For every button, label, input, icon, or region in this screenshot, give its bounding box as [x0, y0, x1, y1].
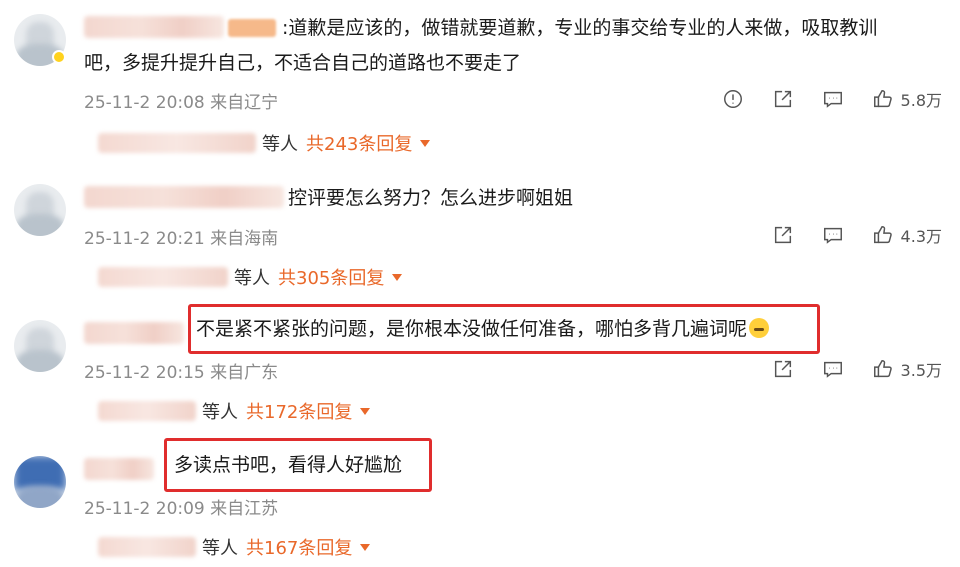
replier-names: [98, 267, 228, 287]
share-icon[interactable]: [771, 87, 795, 111]
comment-actions: 5.8万: [695, 86, 942, 112]
like-count: 5.8万: [900, 91, 942, 110]
replies-count[interactable]: 共167条回复: [246, 534, 352, 560]
replies-wait-label: 等人: [262, 134, 298, 155]
avatar[interactable]: [14, 320, 66, 372]
thumbs-up-icon[interactable]: [871, 223, 895, 247]
report-icon[interactable]: [721, 87, 745, 111]
replies-wait-label: 等人: [202, 402, 238, 423]
replies-wait-label: 等人: [202, 538, 238, 559]
comment-text: 不是紧不紧张的问题，是你根本没做任何准备，哪怕多背几遍词呢: [196, 314, 770, 344]
replies-count[interactable]: 共243条回复: [306, 130, 412, 156]
fan-badge: [228, 19, 276, 37]
avatar[interactable]: [14, 184, 66, 236]
avatar[interactable]: [14, 456, 66, 508]
comment-text-content: 不是紧不紧张的问题，是你根本没做任何准备，哪怕多背几遍词呢: [196, 318, 748, 340]
comment-text-continued: 吧，多提升提升自己，不适合自己的道路也不要走了: [84, 52, 522, 74]
comment-icon[interactable]: [821, 87, 845, 111]
replies-summary[interactable]: 等人 共305条回复: [98, 264, 403, 290]
share-icon[interactable]: [771, 357, 795, 381]
like-count: 3.5万: [900, 361, 942, 380]
thumbs-up-icon[interactable]: [871, 87, 895, 111]
comment-actions: 4.3万: [745, 222, 942, 248]
share-icon[interactable]: [771, 223, 795, 247]
replies-wait-label: 等人: [234, 268, 270, 289]
verified-badge-icon: [52, 50, 66, 64]
username[interactable]: [84, 16, 224, 38]
replies-summary[interactable]: 等人 共172条回复: [98, 398, 371, 424]
caret-down-icon[interactable]: [360, 543, 371, 551]
like-count: 4.3万: [900, 227, 942, 246]
comment-text: 控评要怎么努力？怎么进步啊姐姐: [288, 187, 574, 209]
replies-summary[interactable]: 等人 共243条回复: [98, 130, 431, 156]
comment-meta: 25-11-2 20:15 来自广东: [84, 363, 279, 383]
username[interactable]: [84, 458, 154, 480]
comment-icon[interactable]: [821, 357, 845, 381]
replies-count[interactable]: 共172条回复: [246, 398, 352, 424]
replier-names: [98, 401, 196, 421]
caret-down-icon[interactable]: [360, 407, 371, 415]
comment-text: :道歉是应该的，做错就要道歉，专业的事交给专业的人来做，吸取教训: [282, 17, 878, 39]
comment-meta: 25-11-2 20:21 来自海南: [84, 229, 279, 249]
caret-down-icon[interactable]: [392, 273, 403, 281]
replier-names: [98, 537, 196, 557]
comment-text: 多读点书吧，看得人好尴尬: [174, 454, 403, 476]
comment-actions: 3.5万: [745, 356, 942, 382]
comment-meta: 25-11-2 20:08 来自辽宁: [84, 93, 279, 113]
replier-names: [98, 133, 256, 153]
replies-summary[interactable]: 等人 共167条回复: [98, 534, 371, 560]
comment-icon[interactable]: [821, 223, 845, 247]
replies-count[interactable]: 共305条回复: [278, 264, 384, 290]
sweat-smile-emoji-icon: [749, 318, 770, 338]
caret-down-icon[interactable]: [420, 139, 431, 147]
username[interactable]: [84, 186, 284, 208]
username[interactable]: [84, 322, 184, 344]
comment-meta: 25-11-2 20:09 来自江苏: [84, 499, 279, 519]
thumbs-up-icon[interactable]: [871, 357, 895, 381]
